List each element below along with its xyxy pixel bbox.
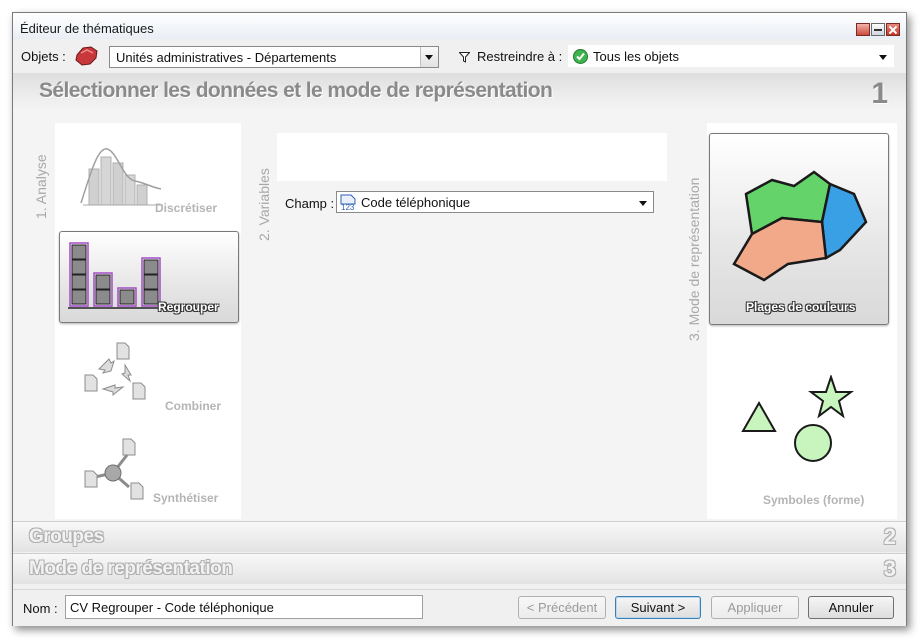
shape-symbols-icon xyxy=(741,375,854,462)
tile-label: Symboles (forme) xyxy=(763,493,865,507)
section-title: Groupes xyxy=(29,526,104,547)
field-select[interactable]: 123 Code téléphonique xyxy=(336,191,654,213)
check-circle-icon xyxy=(573,49,588,64)
variables-column-label: 2. Variables xyxy=(256,168,272,241)
analysis-tile-combine[interactable]: Combiner xyxy=(59,331,239,423)
objects-label: Objets : xyxy=(21,49,66,64)
section-number: 2 xyxy=(883,524,896,549)
objects-select-value: Unités administratives - Départements xyxy=(116,50,337,65)
minimize-icon[interactable] xyxy=(871,23,885,36)
objects-select[interactable]: Unités administratives - Départements xyxy=(109,46,439,68)
section-representation[interactable]: Mode de représentation 3 xyxy=(13,553,906,584)
restore-icon[interactable] xyxy=(856,23,870,36)
section-groups[interactable]: Groupes 2 xyxy=(13,521,906,552)
next-button[interactable]: Suivant > xyxy=(615,596,701,619)
title-bar: Éditeur de thématiques xyxy=(13,13,906,39)
step1-header[interactable]: Sélectionner les données et le mode de r… xyxy=(13,73,906,110)
color-ranges-map-icon xyxy=(732,170,868,282)
apply-button[interactable]: Appliquer xyxy=(711,596,799,619)
field-label: Champ : xyxy=(285,196,335,211)
name-input[interactable]: CV Regrouper - Code téléphonique xyxy=(65,595,423,619)
name-input-value: CV Regrouper - Code téléphonique xyxy=(70,600,274,615)
tile-label: Plages de couleurs xyxy=(746,300,856,314)
synthesize-pages-icon xyxy=(84,438,144,500)
chevron-down-icon[interactable] xyxy=(639,201,647,206)
previous-button[interactable]: < Précédent xyxy=(518,596,606,619)
representation-tile-color-ranges[interactable]: Plages de couleurs xyxy=(709,133,889,325)
section-number: 3 xyxy=(883,556,896,581)
step1-content: 1. Analyse Discrétiser Regrouper Combine… xyxy=(13,109,906,521)
window-controls xyxy=(856,23,900,36)
step1-number: 1 xyxy=(871,77,888,110)
representation-tile-symbols[interactable]: Symboles (forme) xyxy=(709,359,889,517)
restrict-label: Restreindre à : xyxy=(477,49,563,64)
name-label: Nom : xyxy=(23,601,58,616)
step1-title: Sélectionner les données et le mode de r… xyxy=(39,79,553,102)
window-title: Éditeur de thématiques xyxy=(20,21,154,36)
restrict-select-value: Tous les objets xyxy=(593,49,679,64)
object-toolbar: Objets : Unités administratives - Départ… xyxy=(13,41,906,71)
restrict-select[interactable]: Tous les objets xyxy=(568,45,894,67)
analysis-tile-group[interactable]: Regrouper xyxy=(59,231,239,323)
region-layer-icon xyxy=(75,46,98,66)
thematic-editor-window: Éditeur de thématiques Objets : Unités a… xyxy=(12,12,907,626)
section-title: Mode de représentation xyxy=(29,558,233,579)
footer-bar: Nom : CV Regrouper - Code téléphonique <… xyxy=(13,589,906,626)
analysis-tile-synthesize[interactable]: Synthétiser xyxy=(59,429,239,517)
chevron-down-icon xyxy=(425,55,433,60)
analysis-column-label: 1. Analyse xyxy=(33,154,49,219)
representation-column-label: 3. Mode de représentation xyxy=(686,177,702,341)
combine-pages-icon xyxy=(84,342,146,400)
tile-label: Discrétiser xyxy=(155,201,218,215)
cancel-button[interactable]: Annuler xyxy=(808,596,894,619)
tile-label: Regrouper xyxy=(158,300,219,314)
objects-dropdown-button[interactable] xyxy=(420,47,438,67)
svg-text:123: 123 xyxy=(341,203,355,211)
close-icon[interactable] xyxy=(886,23,900,36)
histogram-curve-icon xyxy=(80,148,163,206)
filter-icon xyxy=(459,52,470,63)
chevron-down-icon[interactable] xyxy=(879,55,887,60)
numeric-field-icon: 123 xyxy=(340,194,356,211)
variables-panel-top xyxy=(277,133,667,181)
tile-label: Combiner xyxy=(165,399,222,413)
tile-label: Synthétiser xyxy=(153,491,219,505)
analysis-tile-discretize[interactable]: Discrétiser xyxy=(59,133,239,223)
field-select-value: Code téléphonique xyxy=(361,195,471,210)
